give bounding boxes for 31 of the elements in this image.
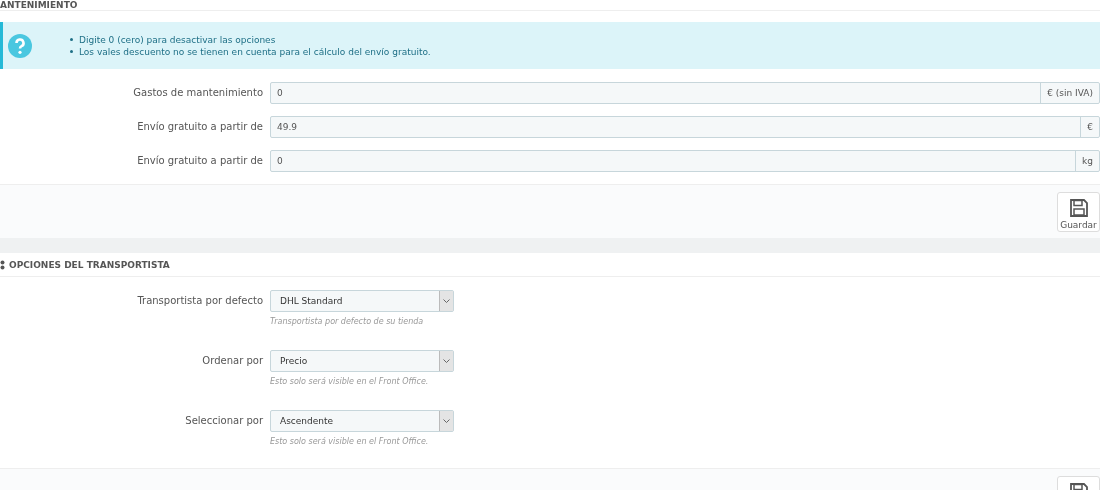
field-label: Gastos de mantenimiento [132, 86, 264, 100]
save-button[interactable]: Guardar [1057, 192, 1100, 232]
gears-icon [0, 259, 5, 270]
field-label: Envío gratuito a partir de [136, 154, 264, 168]
help-icon [8, 33, 32, 58]
panel-title: ANTENIMIENTO [0, 0, 78, 10]
field-label: Seleccionar por [184, 414, 264, 428]
info-text: Digite 0 (cero) para desactivar las opciones [79, 33, 276, 46]
input-field[interactable]: 0 € (sin IVA) [270, 82, 1100, 104]
caret-icon [443, 359, 450, 363]
field-label: Ordenar por [201, 354, 264, 368]
unit-addon: kg [1075, 151, 1099, 171]
panel-title: OPCIONES DEL TRANSPORTISTA [9, 259, 170, 270]
field-label: Envío gratuito a partir de [136, 120, 264, 134]
select-dropdown[interactable]: Precio [270, 350, 454, 372]
help-text: Esto solo será visible en el Front Office. [270, 376, 430, 388]
info-text: Los vales descuento no se tienen en cuenta para el cálculo del envío gratuito. [79, 45, 431, 58]
help-text: Transportista por defecto de su tienda [270, 316, 425, 328]
bullet-icon [70, 38, 73, 41]
bullet-icon [70, 50, 73, 53]
unit-addon: € [1080, 117, 1099, 137]
caret-icon [443, 419, 450, 423]
unit-addon: € (sin IVA) [1040, 83, 1099, 103]
caret-icon [443, 299, 450, 303]
input-field[interactable]: 0 kg [270, 150, 1100, 172]
help-text: Esto solo será visible en el Front Office. [270, 436, 430, 448]
field-label: Transportista por defecto [136, 294, 264, 308]
select-dropdown[interactable]: Ascendente [270, 410, 454, 432]
select-dropdown[interactable]: DHL Standard [270, 290, 454, 312]
input-field[interactable]: 49.9 € [270, 116, 1100, 138]
save-icon [1068, 198, 1089, 218]
